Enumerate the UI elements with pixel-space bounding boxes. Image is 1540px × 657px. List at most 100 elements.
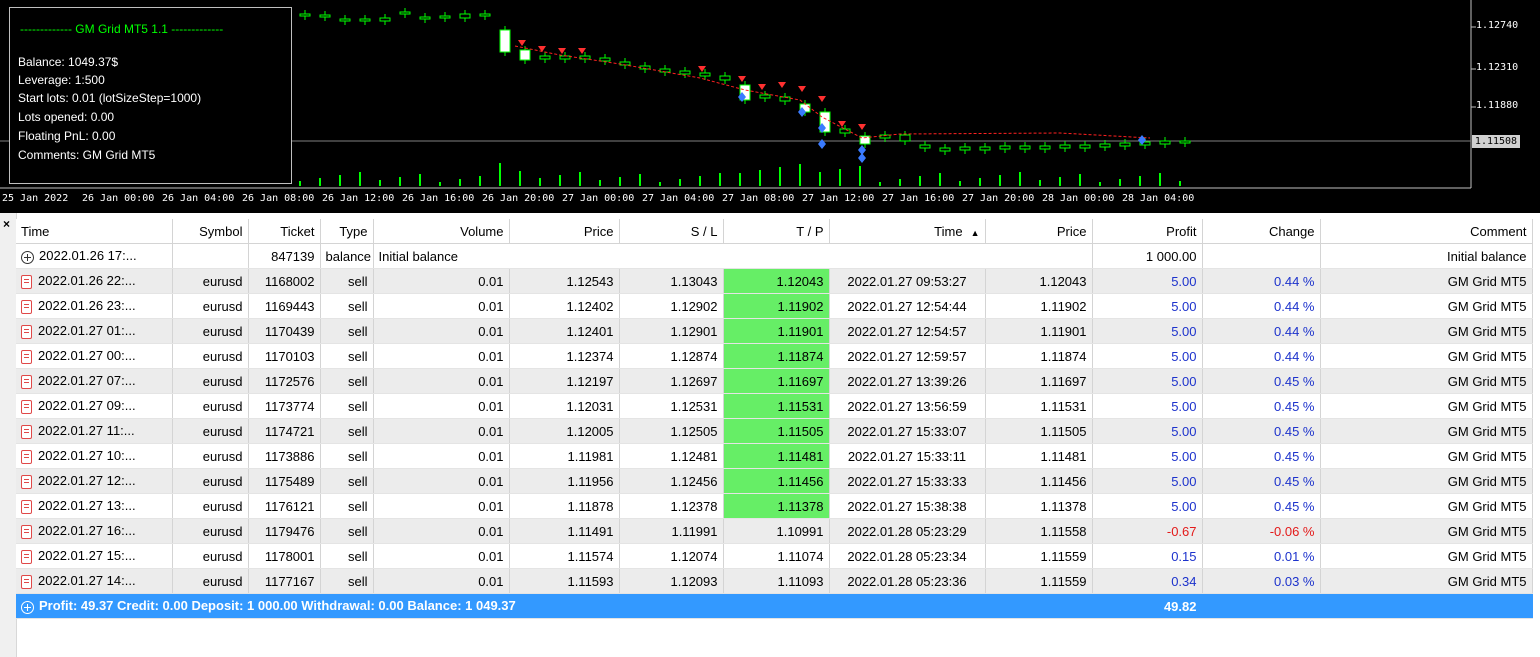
- cell-comment: GM Grid MT5: [1320, 568, 1533, 594]
- cell-comment: GM Grid MT5: [1320, 368, 1533, 394]
- order-sell-icon: [21, 574, 32, 589]
- cell-volume: 0.01: [373, 268, 510, 294]
- cell-comment: GM Grid MT5: [1320, 268, 1533, 294]
- candle-body: [439, 15, 451, 19]
- cell-comment: GM Grid MT5: [1320, 343, 1533, 369]
- candle-body: [1079, 144, 1091, 149]
- cell-sl: 1.11991: [619, 518, 724, 544]
- summary-row[interactable]: Profit: 49.37 Credit: 0.00 Deposit: 1 00…: [16, 593, 1533, 619]
- cell-ticket: 1177167: [248, 568, 321, 594]
- table-row[interactable]: 2022.01.27 07:... eurusd 1172576 sell 0.01 1.…: [16, 368, 1533, 394]
- cell-close-time: 2022.01.27 15:33:07: [829, 418, 986, 444]
- time-axis-label: 26 Jan 20:00: [482, 193, 555, 204]
- cell-close-price: 1.11559: [985, 568, 1093, 594]
- col-header-close-time[interactable]: Time ▲: [829, 219, 986, 244]
- col-header-tp[interactable]: T / P: [723, 219, 830, 244]
- ea-info-title: ------------- GM Grid MT5 1.1 ----------…: [20, 22, 224, 36]
- table-row[interactable]: 2022.01.26 22:... eurusd 1168002 sell 0.01 1.…: [16, 268, 1533, 294]
- cell-time: 2022.01.27 09:...: [16, 393, 173, 419]
- candle-body: [1059, 144, 1071, 149]
- table-row[interactable]: 2022.01.27 16:... eurusd 1179476 sell 0.01 1.…: [16, 518, 1533, 544]
- col-header-type[interactable]: Type: [320, 219, 374, 244]
- table-row[interactable]: 2022.01.27 00:... eurusd 1170103 sell 0.01 1.…: [16, 343, 1533, 369]
- candle-body: [459, 13, 471, 19]
- cell-close-time: 2022.01.27 15:33:11: [829, 443, 986, 469]
- close-icon[interactable]: ×: [3, 217, 10, 231]
- table-row[interactable]: 2022.01.27 09:... eurusd 1173774 sell 0.01 1.…: [16, 393, 1533, 419]
- cell-symbol: eurusd: [172, 393, 249, 419]
- cell-change: 0.45 %: [1202, 493, 1321, 519]
- cell-change: 0.44 %: [1202, 293, 1321, 319]
- cell-comment: GM Grid MT5: [1320, 493, 1533, 519]
- expand-icon[interactable]: [21, 250, 34, 264]
- history-table: Time Symbol Ticket Type Volume Price S /…: [16, 219, 1533, 619]
- candle-body: [959, 146, 971, 151]
- col-header-price[interactable]: Price: [509, 219, 620, 244]
- candle-body: [679, 70, 691, 75]
- cell-volume: 0.01: [373, 418, 510, 444]
- cell-symbol: eurusd: [172, 518, 249, 544]
- candle-body: [1119, 142, 1131, 147]
- cell-sl: 1.12505: [619, 418, 724, 444]
- table-header: Time Symbol Ticket Type Volume Price S /…: [16, 219, 1533, 244]
- cell-close-time: 2022.01.28 05:23:34: [829, 543, 986, 569]
- col-header-change[interactable]: Change: [1202, 219, 1321, 244]
- cell-type: sell: [320, 343, 374, 369]
- order-sell-icon: [21, 424, 32, 439]
- order-sell-icon: [21, 449, 32, 464]
- col-header-volume[interactable]: Volume: [373, 219, 510, 244]
- cell-comment: GM Grid MT5: [1320, 418, 1533, 444]
- cell-close-time: 2022.01.27 13:39:26: [829, 368, 986, 394]
- cell-time: 2022.01.27 10:...: [16, 443, 173, 469]
- cell-sl: 1.12901: [619, 318, 724, 344]
- table-row[interactable]: 2022.01.27 14:... eurusd 1177167 sell 0.01 1.…: [16, 568, 1533, 594]
- col-header-symbol[interactable]: Symbol: [172, 219, 249, 244]
- cell-symbol: eurusd: [172, 443, 249, 469]
- cell-type: sell: [320, 493, 374, 519]
- cell-close-price: 1.11456: [985, 468, 1093, 494]
- table-row[interactable]: 2022.01.27 15:... eurusd 1178001 sell 0.01 1.…: [16, 543, 1533, 569]
- col-header-sl[interactable]: S / L: [619, 219, 724, 244]
- table-row[interactable]: 2022.01.27 10:... eurusd 1173886 sell 0.01 1.…: [16, 443, 1533, 469]
- cell-symbol: eurusd: [172, 468, 249, 494]
- col-header-time[interactable]: Time: [16, 219, 173, 244]
- cell-price: 1.12005: [509, 418, 620, 444]
- candle-body: [539, 55, 551, 60]
- candle-body: [979, 146, 991, 151]
- cell-tp: 1.11531: [723, 393, 830, 419]
- candle-body: [399, 11, 411, 15]
- candle-body: [939, 147, 951, 152]
- cell-time: 2022.01.26 17:...: [39, 248, 137, 264]
- col-header-comment[interactable]: Comment: [1320, 219, 1533, 244]
- order-sell-icon: [21, 374, 32, 389]
- table-row[interactable]: 2022.01.27 13:... eurusd 1176121 sell 0.01 1.…: [16, 493, 1533, 519]
- cell-ticket: 1168002: [248, 268, 321, 294]
- cell-comment: GM Grid MT5: [1320, 293, 1533, 319]
- cell-change: -0.06 %: [1202, 518, 1321, 544]
- price-chart[interactable]: 1.12740 1.12310 1.11880 1.11508 25 Jan 2…: [0, 0, 1540, 213]
- cell-change: 0.45 %: [1202, 393, 1321, 419]
- cell-comment: GM Grid MT5: [1320, 468, 1533, 494]
- col-header-close-price[interactable]: Price: [985, 219, 1093, 244]
- expand-icon[interactable]: [21, 600, 34, 614]
- table-row[interactable]: 2022.01.27 12:... eurusd 1175489 sell 0.01 1.…: [16, 468, 1533, 494]
- order-sell-icon: [21, 474, 32, 489]
- cell-tp: 1.11481: [723, 443, 830, 469]
- cell-profit: 5.00: [1092, 368, 1203, 394]
- time-axis-label: 26 Jan 08:00: [242, 193, 315, 204]
- col-header-ticket[interactable]: Ticket: [248, 219, 321, 244]
- table-row[interactable]: 2022.01.27 01:... eurusd 1170439 sell 0.01 1.…: [16, 318, 1533, 344]
- cell-time: 2022.01.27 13:...: [16, 493, 173, 519]
- balance-row[interactable]: 2022.01.26 17:... 847139 balance Initial…: [16, 243, 1533, 269]
- cell-tp: 1.11901: [723, 318, 830, 344]
- candle-body: [559, 55, 571, 60]
- toolbox-panel: × Time Symbol Ticket Type Volume Price S…: [0, 213, 1540, 657]
- table-row[interactable]: 2022.01.26 23:... eurusd 1169443 sell 0.01 1.…: [16, 293, 1533, 319]
- table-row[interactable]: 2022.01.27 11:... eurusd 1174721 sell 0.01 1.…: [16, 418, 1533, 444]
- cell-tp: 1.12043: [723, 268, 830, 294]
- time-axis-label: 26 Jan 04:00: [162, 193, 235, 204]
- col-header-profit[interactable]: Profit: [1092, 219, 1203, 244]
- cell-volume: 0.01: [373, 518, 510, 544]
- cell-type: sell: [320, 393, 374, 419]
- cell-type: sell: [320, 268, 374, 294]
